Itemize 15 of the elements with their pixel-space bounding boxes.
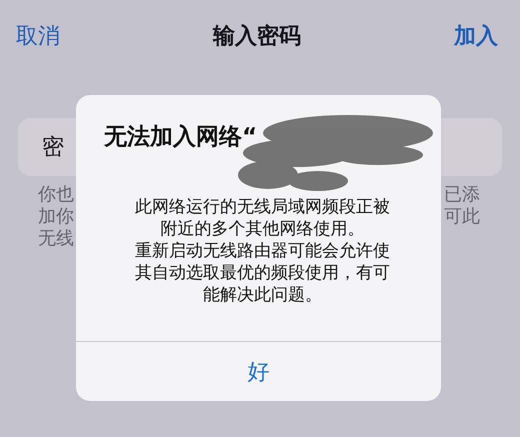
footnote-text: 无线 <box>38 228 74 250</box>
ok-button[interactable]: 好 <box>76 341 441 401</box>
footnote-text: 你也 <box>38 184 74 206</box>
alert-message: 其自动选取最优的频段使用，有可 <box>135 262 390 284</box>
footnote-text: 加你 <box>38 206 74 228</box>
alert-message: 附近的多个其他网络使用。 <box>160 218 364 240</box>
alert-title: 无法加入网络“ <box>104 123 258 152</box>
footnote-text: 可此 <box>444 206 480 228</box>
alert-message: 此网络运行的无线局域网频段正被 <box>135 196 390 218</box>
cancel-button[interactable]: 取消 <box>16 21 60 51</box>
alert-message: 重新启动无线路由器可能会允许使 <box>135 240 390 262</box>
footnote-text: 已添 <box>444 184 480 206</box>
alert-message: 能解决此问题。 <box>203 284 322 306</box>
screen-title: 输入密码 <box>213 22 301 51</box>
join-button[interactable]: 加入 <box>454 21 498 51</box>
